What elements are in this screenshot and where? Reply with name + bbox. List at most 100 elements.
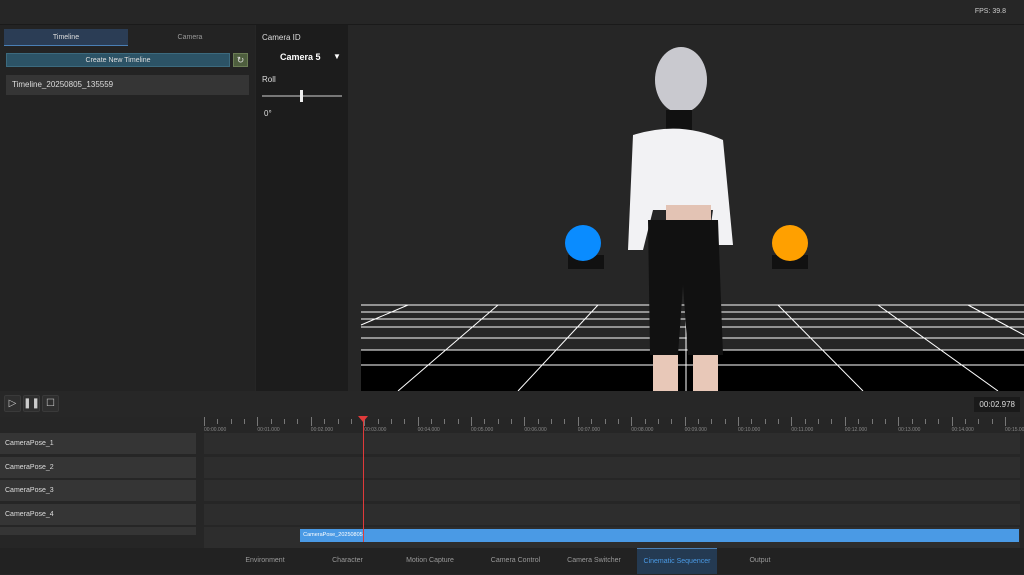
timeline-list-item[interactable]: Timeline_20250805_135559 xyxy=(6,75,249,95)
create-new-timeline-button[interactable]: Create New Timeline xyxy=(6,53,230,67)
ruler-tick xyxy=(390,419,392,424)
track-lane[interactable] xyxy=(204,456,1020,478)
ruler-tick xyxy=(484,419,486,424)
track-label-partial xyxy=(0,527,196,535)
ruler-tick xyxy=(818,419,820,424)
current-time: 00:02.978 xyxy=(974,397,1020,412)
blue-sphere xyxy=(565,225,601,261)
ruler-tick xyxy=(471,417,472,426)
ruler-tick xyxy=(284,419,286,424)
ruler-tick xyxy=(871,419,873,424)
tab-timeline[interactable]: Timeline xyxy=(4,29,128,46)
bottom-tab-bar: Environment Character Motion Capture Camera… xyxy=(0,548,1024,574)
top-bar: FPS: 39.8 xyxy=(0,0,1024,25)
3d-viewport[interactable] xyxy=(348,25,1024,391)
orange-sphere xyxy=(772,225,808,261)
ruler-tick xyxy=(350,419,352,424)
ruler-tick xyxy=(430,419,432,424)
bottom-tab[interactable]: Output xyxy=(730,548,790,574)
ruler-tick xyxy=(764,419,766,424)
ruler-tick xyxy=(631,417,633,426)
play-icon: ▷ xyxy=(8,398,17,409)
pause-button[interactable]: ❚❚ xyxy=(23,395,40,412)
camera-id-dropdown[interactable]: Camera 5 ▼ xyxy=(262,52,346,64)
ruler-tick xyxy=(257,417,259,426)
stop-button[interactable]: ☐ xyxy=(42,395,59,412)
camera-id-label: Camera ID xyxy=(262,33,301,42)
roll-slider[interactable] xyxy=(262,90,342,102)
timeline-clip[interactable]: CameraPose_20250805 xyxy=(300,529,1020,542)
camera-selected: Camera 5 xyxy=(280,52,321,62)
track-lane[interactable] xyxy=(204,433,1020,454)
bottom-tab[interactable]: Character xyxy=(310,548,385,574)
bottom-tab[interactable]: Camera Switcher xyxy=(560,548,628,574)
ruler-tick xyxy=(244,419,246,424)
time-ruler[interactable]: 00:00.000 00:01.000 00:02.000 00:03.000 00:0… xyxy=(204,417,1024,433)
ruler-tick xyxy=(844,417,846,426)
play-button[interactable]: ▷ xyxy=(4,395,21,412)
ruler-tick xyxy=(964,419,966,424)
ruler-tick xyxy=(671,419,673,424)
ruler-tick xyxy=(204,417,205,426)
roll-label: Roll xyxy=(262,75,276,84)
ruler-tick xyxy=(644,419,646,424)
ruler-tick xyxy=(591,419,593,424)
ruler-tick xyxy=(711,419,713,424)
ruler-tick xyxy=(297,419,299,424)
ruler-tick xyxy=(310,417,312,426)
playhead[interactable] xyxy=(363,418,365,542)
timeline-panel: Timeline Camera Create New Timeline ↻ Ti… xyxy=(0,25,255,391)
roll-slider-handle[interactable] xyxy=(300,90,303,102)
ruler-tick xyxy=(724,419,726,424)
ruler-tick xyxy=(738,417,739,426)
ruler-tick xyxy=(417,417,419,426)
ruler-tick xyxy=(537,419,539,424)
bottom-tab[interactable]: Environment xyxy=(225,548,305,574)
track-label[interactable]: CameraPose_4 xyxy=(0,503,196,525)
ruler-tick xyxy=(217,419,219,424)
ruler-tick xyxy=(697,419,699,424)
ruler-tick xyxy=(898,417,900,426)
tab-camera[interactable]: Camera xyxy=(128,29,252,46)
ruler-tick xyxy=(564,419,566,424)
ruler-tick xyxy=(778,419,780,424)
ruler-tick xyxy=(511,419,513,424)
playhead-handle[interactable] xyxy=(358,416,369,422)
ruler-tick xyxy=(551,419,553,424)
track-label[interactable]: CameraPose_3 xyxy=(0,480,196,501)
character xyxy=(628,47,733,391)
track-lane[interactable] xyxy=(204,480,1020,501)
pause-icon: ❚❚ xyxy=(23,398,40,409)
ruler-tick xyxy=(924,419,926,424)
ruler-tick xyxy=(377,419,379,424)
ruler-tick xyxy=(804,419,806,424)
track-label[interactable]: CameraPose_2 xyxy=(0,456,196,478)
bottom-tab[interactable]: Motion Capture xyxy=(395,548,465,574)
ruler-tick xyxy=(884,419,886,424)
track-lane[interactable] xyxy=(204,503,1020,525)
fps-counter: FPS: 39.8 xyxy=(974,8,1006,15)
ruler-tick xyxy=(457,419,459,424)
ruler-tick xyxy=(617,419,619,424)
ruler-tick xyxy=(978,419,980,424)
ruler-tick xyxy=(497,419,499,424)
ruler-tick xyxy=(751,419,753,424)
roll-value: 0° xyxy=(264,109,272,118)
camera-panel: Camera ID Camera 5 ▼ Roll 0° xyxy=(256,25,348,391)
ruler-tick xyxy=(938,419,940,424)
ruler-tick xyxy=(270,419,272,424)
ruler-tick xyxy=(791,417,793,426)
bottom-tab[interactable]: Camera Control xyxy=(478,548,553,574)
ruler-tick xyxy=(858,419,860,424)
bottom-tab[interactable]: Cinematic Sequencer xyxy=(637,548,717,574)
ruler-tick xyxy=(230,419,232,424)
ruler-tick xyxy=(604,419,606,424)
ruler-tick xyxy=(911,419,913,424)
ruler-tick xyxy=(324,419,326,424)
ruler-tick xyxy=(1005,417,1006,426)
ruler-tick xyxy=(524,417,526,426)
chevron-down-icon: ▼ xyxy=(333,52,341,61)
refresh-button[interactable]: ↻ xyxy=(233,53,248,67)
track-label[interactable]: CameraPose_1 xyxy=(0,433,196,454)
ruler-tick xyxy=(951,417,953,426)
